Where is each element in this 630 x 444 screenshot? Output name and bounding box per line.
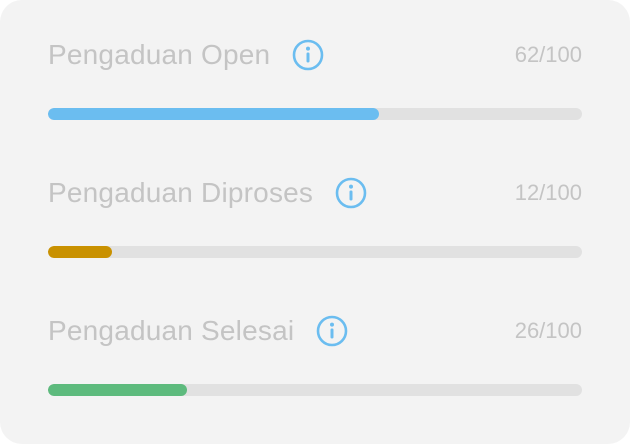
stat-label-selesai: Pengaduan Selesai <box>48 315 295 346</box>
progress-fill-selesai <box>48 384 187 396</box>
info-icon[interactable] <box>292 39 324 71</box>
stat-row-selesai: Pengaduan Selesai 26/100 <box>48 310 582 396</box>
progress-fill-diproses <box>48 246 113 258</box>
progress-track-selesai <box>48 384 582 396</box>
stat-count-open: 62/100 <box>514 42 582 67</box>
stat-label-diproses: Pengaduan Diproses <box>48 177 314 208</box>
info-icon[interactable] <box>316 315 348 347</box>
stat-label-open: Pengaduan Open <box>48 39 271 70</box>
progress-fill-open <box>48 108 380 120</box>
progress-track-diproses <box>48 246 582 258</box>
stat-label-group: Pengaduan Diproses <box>48 172 367 214</box>
stat-label-group: Pengaduan Open <box>48 34 324 76</box>
stat-count-diproses: 12/100 <box>514 180 582 205</box>
stat-count-selesai: 26/100 <box>514 318 582 343</box>
stat-row-diproses: Pengaduan Diproses 12/100 <box>48 172 582 258</box>
progress-track-open <box>48 108 582 120</box>
stat-label-group: Pengaduan Selesai <box>48 310 348 352</box>
info-icon[interactable] <box>335 177 367 209</box>
stat-row-open: Pengaduan Open 62/100 <box>48 34 582 120</box>
stats-card: Pengaduan Open 62/100 Pengaduan Diproses <box>0 0 630 444</box>
